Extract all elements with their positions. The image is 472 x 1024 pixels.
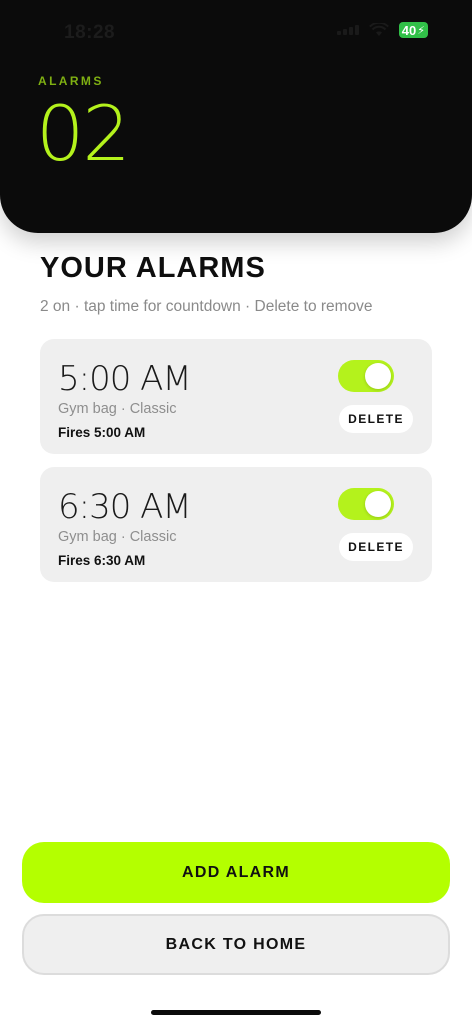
alarm-fires: Fires 5:00 AM: [58, 425, 146, 440]
alarm-meta: Gym bag · Classic: [58, 529, 177, 545]
page-title: YOUR ALARMS: [40, 252, 266, 284]
header-panel: 18:28 40 ⚡ ALARMS 02: [0, 0, 472, 233]
alarms-label: ALARMS: [38, 74, 104, 88]
status-icons: 40 ⚡: [336, 22, 428, 38]
alarm-count: 02: [36, 89, 131, 178]
alarm-time[interactable]: 5:00 AM: [58, 359, 192, 399]
alarm-toggle[interactable]: [338, 360, 394, 392]
delete-button[interactable]: DELETE: [339, 405, 413, 433]
home-indicator[interactable]: [151, 1010, 321, 1015]
toggle-knob: [365, 363, 391, 389]
toggle-knob: [365, 491, 391, 517]
add-alarm-button[interactable]: ADD ALARM: [22, 842, 450, 903]
alarm-meta: Gym bag · Classic: [58, 401, 177, 417]
battery-level: 40: [401, 22, 417, 38]
alarm-card[interactable]: 6:30 AM Gym bag · Classic Fires 6:30 AM …: [40, 467, 432, 582]
alarm-toggle[interactable]: [338, 488, 394, 520]
alarm-time[interactable]: 6:30 AM: [58, 487, 192, 527]
alarm-fires: Fires 6:30 AM: [58, 553, 146, 568]
wifi-icon: [368, 23, 389, 37]
back-to-home-button[interactable]: BACK TO HOME: [22, 914, 450, 975]
status-time: 18:28: [64, 22, 116, 43]
battery-icon: 40 ⚡: [398, 22, 428, 38]
cellular-signal-icon: [336, 25, 359, 35]
page-subtitle: 2 on · tap time for countdown · Delete t…: [40, 298, 373, 315]
alarm-card[interactable]: 5:00 AM Gym bag · Classic Fires 5:00 AM …: [40, 339, 432, 454]
delete-button[interactable]: DELETE: [339, 533, 413, 561]
